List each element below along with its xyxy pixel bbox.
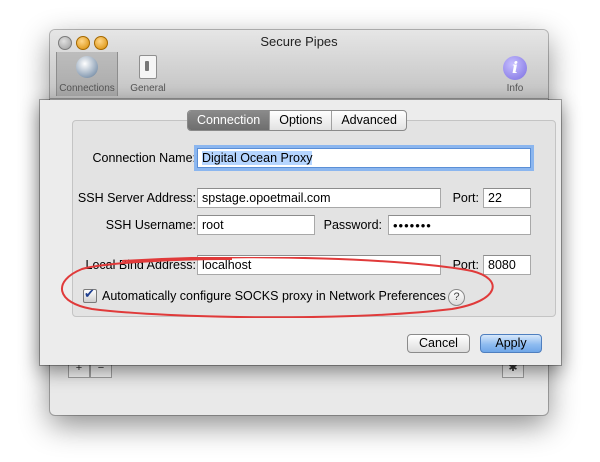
toolbar-connections-label: Connections (59, 83, 115, 94)
window-title: Secure Pipes (260, 34, 338, 49)
connection-name-label: Connection Name: (92, 151, 196, 165)
connection-name-field[interactable]: Digital Ocean Proxy (197, 148, 531, 168)
toolbar-general-label: General (130, 83, 166, 94)
tab-connection[interactable]: Connection (188, 111, 271, 130)
tab-options[interactable]: Options (270, 111, 333, 130)
toolbar-info-label: Info (506, 83, 524, 94)
title-bar: Secure Pipes Connections General i Info (50, 30, 548, 99)
auto-socks-label[interactable]: Automatically configure SOCKS proxy in N… (102, 289, 446, 303)
auto-socks-row: Automatically configure SOCKS proxy in N… (83, 286, 446, 303)
toolbar-info[interactable]: i Info (490, 52, 540, 96)
local-port-field[interactable]: 8080 (483, 255, 531, 275)
local-bind-label: Local Bind Address: (85, 258, 197, 272)
local-port-label: Port: (452, 258, 479, 272)
password-field[interactable]: ••••••• (388, 215, 531, 235)
globe-icon (76, 56, 98, 78)
connection-sheet: Connection Options Advanced Connection N… (40, 100, 561, 365)
connection-name-value: Digital Ocean Proxy (202, 151, 313, 165)
toolbar-general[interactable]: General (118, 52, 178, 96)
ssh-username-field[interactable]: root (197, 215, 315, 235)
ssh-server-field[interactable]: spstage.opoetmail.com (197, 188, 441, 208)
password-label: Password: (323, 218, 382, 232)
local-bind-field[interactable]: localhost (197, 255, 441, 275)
ssh-username-label: SSH Username: (105, 218, 196, 232)
toolbar-connections[interactable]: Connections (56, 52, 118, 96)
ssh-port-label: Port: (452, 191, 479, 205)
tab-advanced[interactable]: Advanced (332, 111, 406, 130)
switch-icon (139, 55, 157, 79)
auto-socks-checkbox[interactable] (83, 286, 97, 303)
cancel-button[interactable]: Cancel (407, 334, 470, 353)
info-icon: i (503, 56, 527, 80)
tab-bar: Connection Options Advanced (187, 110, 407, 131)
apply-button[interactable]: Apply (480, 334, 542, 353)
help-button[interactable]: ? (448, 289, 465, 306)
ssh-server-label: SSH Server Address: (77, 191, 196, 205)
ssh-port-field[interactable]: 22 (483, 188, 531, 208)
